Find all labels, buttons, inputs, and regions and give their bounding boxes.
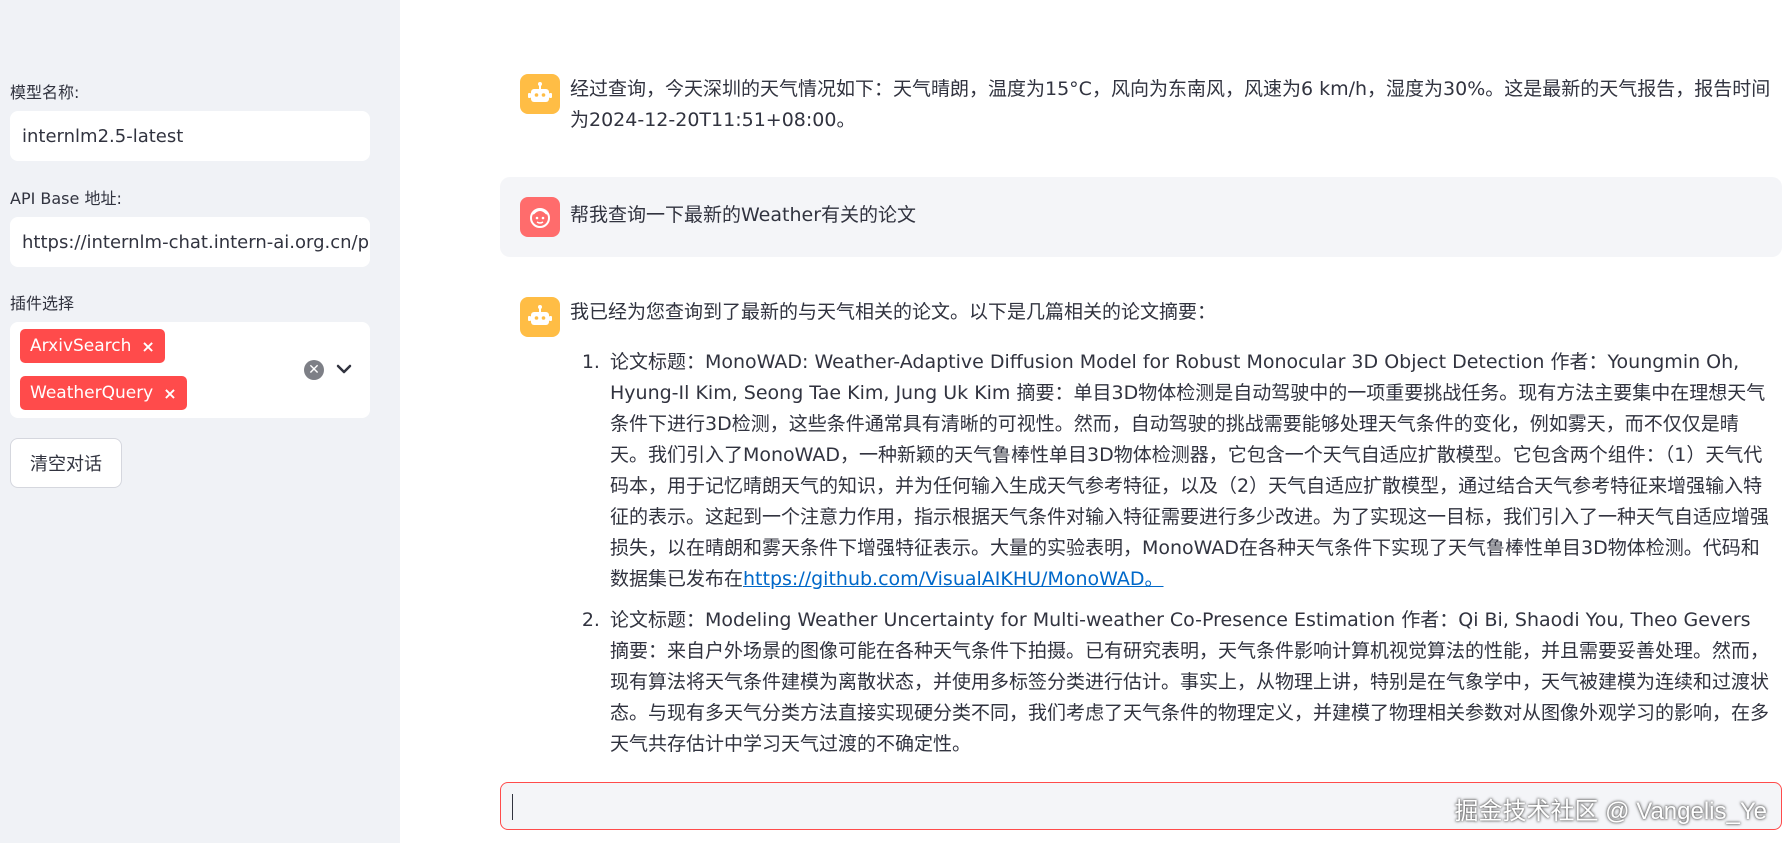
clear-all-icon[interactable]: ✕	[304, 360, 324, 380]
plugin-tag-arxivsearch[interactable]: ArxivSearch ×	[20, 329, 165, 363]
chat-message-assistant: 我已经为您查询到了最新的与天气相关的论文。以下是几篇相关的论文摘要： 论文标题：…	[500, 297, 1782, 767]
remove-tag-icon[interactable]: ×	[163, 384, 176, 403]
plugin-tag-label: ArxivSearch	[30, 336, 132, 356]
paper-text: 论文标题：Modeling Weather Uncertainty for Mu…	[610, 609, 1770, 755]
plugin-tag-weatherquery[interactable]: WeatherQuery ×	[20, 376, 187, 410]
api-base-label: API Base 地址:	[10, 189, 122, 208]
chat-message-assistant: 经过查询，今天深圳的天气情况如下：天气晴朗，温度为15°C，风向为东南风，风速为…	[500, 70, 1782, 140]
message-text: 帮我查询一下最新的Weather有关的论文	[570, 204, 916, 226]
chevron-down-icon[interactable]	[335, 359, 353, 379]
message-intro: 我已经为您查询到了最新的与天气相关的论文。以下是几篇相关的论文摘要：	[570, 301, 1217, 323]
plugin-multiselect[interactable]: ArxivSearch × WeatherQuery × ✕	[10, 322, 370, 418]
remove-tag-icon[interactable]: ×	[141, 337, 154, 356]
plugin-tag-label: WeatherQuery	[30, 383, 154, 403]
user-avatar-icon	[520, 197, 560, 237]
api-base-input[interactable]: https://internlm-chat.intern-ai.org.cn/p…	[10, 217, 370, 267]
watermark: 掘金技术社区 @ Vangelis_Ye	[1454, 798, 1767, 825]
plugin-select-label: 插件选择	[10, 294, 75, 313]
paper-item: 论文标题：Modeling Weather Uncertainty for Mu…	[606, 605, 1772, 760]
chat-main: 经过查询，今天深圳的天气情况如下：天气晴朗，温度为15°C，风向为东南风，风速为…	[400, 0, 1792, 843]
model-name-input[interactable]: internlm2.5-latest	[10, 111, 370, 161]
paper-list: 论文标题：MonoWAD: Weather-Adaptive Diffusion…	[570, 347, 1772, 767]
clear-chat-button[interactable]: 清空对话	[10, 438, 122, 488]
text-caret	[512, 794, 513, 820]
model-name-label: 模型名称:	[10, 83, 80, 102]
chat-message-user: 帮我查询一下最新的Weather有关的论文	[500, 177, 1782, 257]
bot-avatar-icon	[520, 297, 560, 337]
chat-input[interactable]: 掘金技术社区 @ Vangelis_Ye	[500, 782, 1782, 830]
message-text: 经过查询，今天深圳的天气情况如下：天气晴朗，温度为15°C，风向为东南风，风速为…	[570, 78, 1771, 131]
paper-text: 论文标题：MonoWAD: Weather-Adaptive Diffusion…	[610, 351, 1770, 590]
paper-link[interactable]: https://github.com/VisualAIKHU/MonoWAD。	[743, 568, 1164, 590]
paper-item: 论文标题：MonoWAD: Weather-Adaptive Diffusion…	[606, 347, 1772, 595]
sidebar: 模型名称: internlm2.5-latest API Base 地址: ht…	[0, 0, 400, 843]
bot-avatar-icon	[520, 74, 560, 114]
